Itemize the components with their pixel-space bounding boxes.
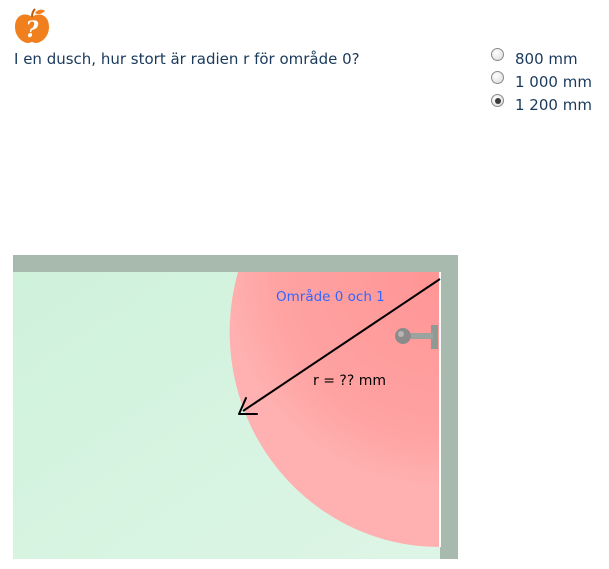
radio-button-1000[interactable] — [491, 71, 504, 84]
option-1000[interactable]: 1 000 mm — [491, 70, 592, 93]
option-label: 1 200 mm — [515, 95, 592, 114]
radius-label: r = ?? mm — [313, 373, 386, 389]
option-800[interactable]: 800 mm — [491, 47, 592, 70]
option-label: 800 mm — [515, 49, 578, 68]
help-glyph: ? — [26, 17, 40, 43]
zone-label: Område 0 och 1 — [276, 288, 385, 305]
answer-options: 800 mm 1 000 mm 1 200 mm — [491, 47, 592, 116]
option-1200[interactable]: 1 200 mm — [491, 93, 592, 116]
diagram-svg: Område 0 och 1 r = ?? mm — [13, 255, 458, 559]
help-question-icon[interactable]: ? — [13, 8, 51, 44]
radio-button-800[interactable] — [491, 48, 504, 61]
apple-icon: ? — [15, 8, 49, 43]
shower-zone-diagram: Område 0 och 1 r = ?? mm — [13, 255, 458, 559]
question-text: I en dusch, hur stort är radien r för om… — [14, 50, 360, 68]
radio-button-1200[interactable] — [491, 94, 504, 107]
option-label: 1 000 mm — [515, 72, 592, 91]
